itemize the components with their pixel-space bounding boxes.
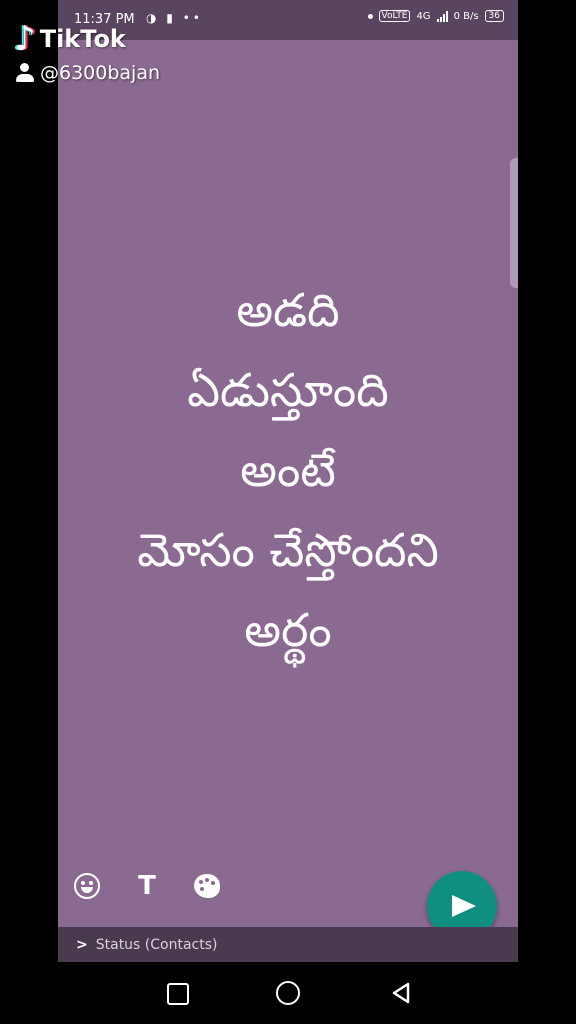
chevron-right-icon: >: [76, 936, 88, 953]
status-line: మోసం చేస్తోందని: [137, 523, 439, 577]
status-indicators: VoLTE 4G 0 B/s 36: [367, 10, 504, 22]
system-status-bar: 11:37 PM ◑ ▮ •• VoLTE 4G 0 B/s 36: [58, 0, 518, 40]
notification-icons: ◑ ▮ ••: [146, 11, 203, 25]
signal-icon: [436, 10, 448, 22]
status-text-content[interactable]: అడది ఏడుస్తూంది అంటే మోసం చేస్తోందని అర్…: [58, 270, 518, 670]
status-line: ఏడుస్తూంది: [187, 363, 389, 417]
status-line: అంటే: [240, 443, 336, 497]
status-audience-selector[interactable]: > Status (Contacts): [58, 927, 518, 962]
recents-icon[interactable]: [167, 983, 189, 1005]
tiktok-logo-icon: ♪: [14, 19, 36, 59]
network-type: 4G: [416, 10, 431, 22]
emoji-icon[interactable]: [74, 873, 100, 899]
handle-text: @6300bajan: [40, 62, 161, 84]
audience-label: Status (Contacts): [95, 936, 218, 953]
battery-icon: 36: [484, 10, 504, 22]
user-icon: [14, 62, 36, 84]
palette-icon[interactable]: [194, 874, 220, 898]
battery-level: 36: [488, 11, 500, 21]
status-line: అర్థం: [244, 603, 332, 657]
status-editor-screen: 11:37 PM ◑ ▮ •• VoLTE 4G 0 B/s 36 అడది ఏ…: [58, 0, 518, 962]
send-icon: [452, 895, 476, 917]
home-icon[interactable]: [276, 981, 300, 1005]
editor-toolbar: T: [74, 872, 220, 900]
system-nav-bar: [0, 962, 576, 1024]
notification-dot-icon: [367, 13, 373, 19]
back-icon[interactable]: [390, 981, 412, 1005]
tiktok-brand: TikTok: [39, 25, 126, 53]
status-line: అడది: [236, 283, 340, 337]
tiktok-handle: @6300bajan: [14, 62, 160, 84]
edge-panel-handle[interactable]: [510, 158, 518, 288]
tiktok-watermark: ♪ TikTok: [14, 22, 126, 56]
font-style-button[interactable]: T: [134, 872, 160, 900]
data-speed: 0 B/s: [453, 10, 479, 22]
volte-badge: VoLTE: [378, 10, 411, 22]
